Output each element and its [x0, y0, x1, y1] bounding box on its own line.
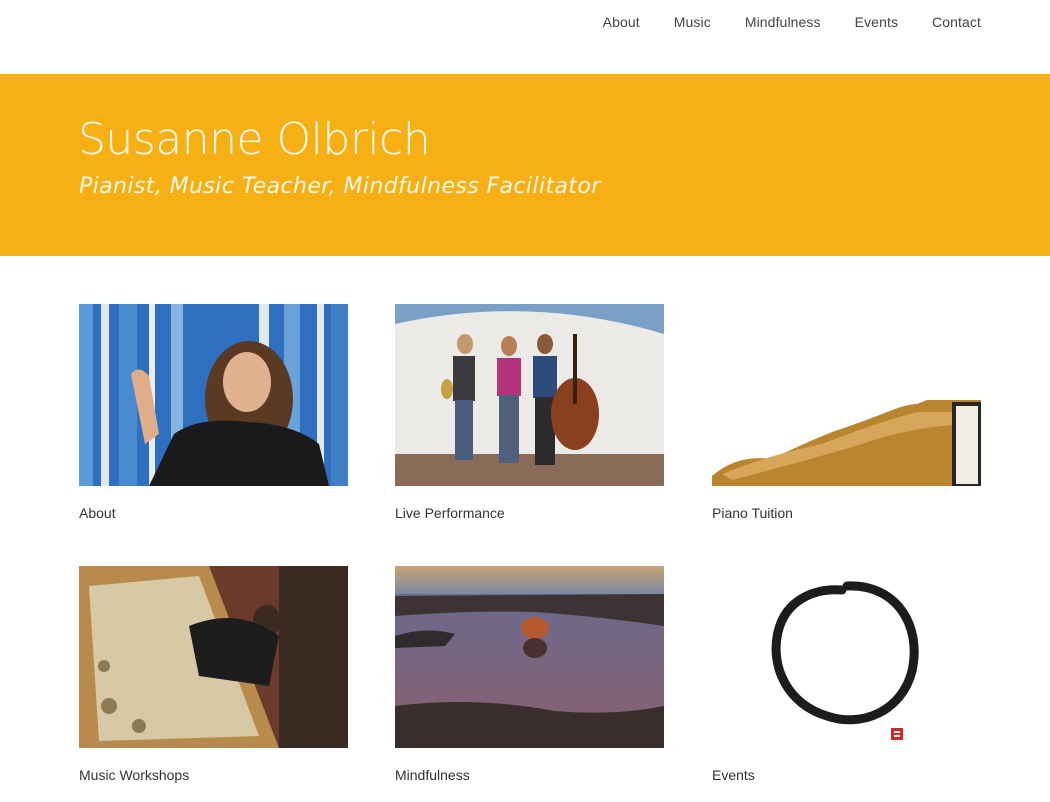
main-nav: About Music Mindfulness Events Contact [603, 14, 981, 30]
music-workshops-photo[interactable] [79, 566, 348, 748]
card-about: About [79, 304, 348, 521]
site-tagline: Pianist, Music Teacher, Mindfulness Faci… [79, 174, 601, 199]
piano-tuition-image[interactable] [712, 304, 981, 486]
mindfulness-photo[interactable] [395, 566, 664, 748]
card-piano-tuition: Piano Tuition [712, 304, 981, 521]
events-enso-image[interactable] [712, 566, 981, 748]
card-about-label[interactable]: About [79, 505, 348, 521]
nav-about-link[interactable]: About [603, 14, 640, 30]
card-piano-tuition-label[interactable]: Piano Tuition [712, 505, 981, 521]
card-music-workshops: Music Workshops [79, 566, 348, 783]
nav-events-link[interactable]: Events [855, 14, 898, 30]
about-photo[interactable] [79, 304, 348, 486]
hero-banner: Susanne Olbrich Pianist, Music Teacher, … [0, 74, 1050, 256]
site-header: About Music Mindfulness Events Contact [0, 0, 1050, 74]
nav-contact-link[interactable]: Contact [932, 14, 981, 30]
nav-music-link[interactable]: Music [674, 14, 711, 30]
nav-mindfulness-link[interactable]: Mindfulness [745, 14, 821, 30]
card-events-label[interactable]: Events [712, 767, 981, 783]
card-live-performance-label[interactable]: Live Performance [395, 505, 664, 521]
card-music-workshops-label[interactable]: Music Workshops [79, 767, 348, 783]
card-live-performance: Live Performance [395, 304, 664, 521]
card-mindfulness: Mindfulness [395, 566, 664, 783]
card-mindfulness-label[interactable]: Mindfulness [395, 767, 664, 783]
site-title: Susanne Olbrich [78, 114, 431, 165]
card-events: Events [712, 566, 981, 783]
live-performance-photo[interactable] [395, 304, 664, 486]
